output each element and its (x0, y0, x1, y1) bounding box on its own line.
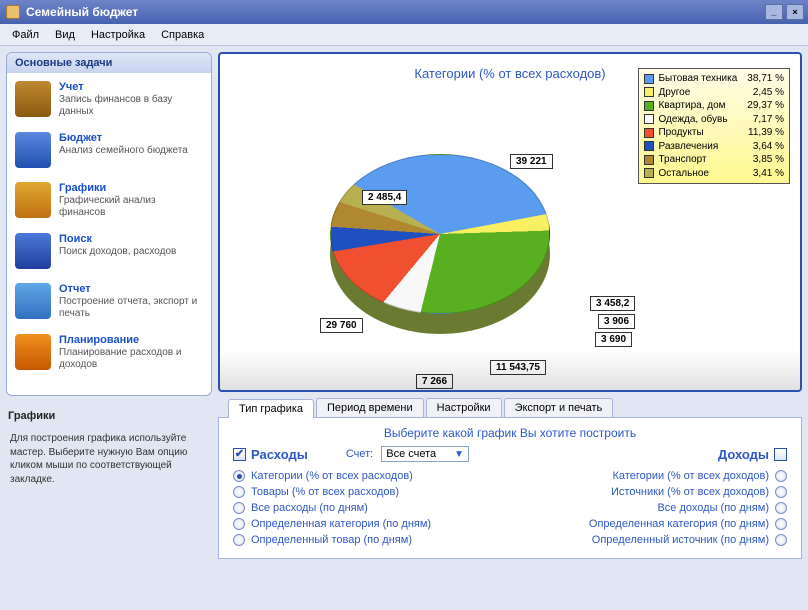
data-label: 3 906 (598, 314, 635, 329)
task-Бюджет[interactable]: БюджетАнализ семейного бюджета (15, 132, 203, 168)
minimize-button[interactable]: _ (765, 4, 783, 20)
task-desc: Поиск доходов, расходов (59, 246, 176, 258)
task-Графики[interactable]: ГрафикиГрафический анализ финансов (15, 182, 203, 219)
legend-row: Продукты11,39 % (644, 126, 784, 140)
data-label: 3 690 (595, 332, 632, 347)
inc-radio-3[interactable]: Определенная категория (по дням) (589, 516, 787, 532)
income-checkbox[interactable]: Доходы (718, 447, 787, 462)
task-Поиск[interactable]: ПоискПоиск доходов, расходов (15, 233, 203, 269)
task-panel: Основные задачи УчетЗапись финансов в ба… (6, 52, 212, 396)
account-select[interactable]: Все счета▼ (381, 446, 469, 462)
task-icon (15, 132, 51, 168)
data-label: 7 266 (416, 374, 453, 389)
task-title: Поиск (59, 233, 176, 245)
help-title: Графики (8, 410, 212, 422)
data-label: 2 485,4 (362, 190, 407, 205)
task-title: Отчет (59, 283, 203, 295)
task-panel-header: Основные задачи (7, 53, 211, 73)
exp-radio-2[interactable]: Все расходы (по дням) (233, 500, 431, 516)
options-panel: Выберите какой график Вы хотите построит… (218, 418, 802, 559)
legend-row: Транспорт3,85 % (644, 153, 784, 167)
app-icon (6, 5, 20, 19)
task-Планирование[interactable]: ПланированиеПланирование расходов и дохо… (15, 334, 203, 371)
inc-radio-1[interactable]: Источники (% от всех доходов) (589, 484, 787, 500)
tab-bar: Тип графикаПериод времениНастройкиЭкспор… (218, 398, 802, 418)
task-icon (15, 182, 51, 218)
exp-radio-0[interactable]: Категории (% от всех расходов) (233, 468, 431, 484)
menu-3[interactable]: Справка (153, 27, 212, 43)
exp-radio-3[interactable]: Определенная категория (по дням) (233, 516, 431, 532)
tab-0[interactable]: Тип графика (228, 399, 314, 418)
task-title: Учет (59, 81, 203, 93)
task-icon (15, 283, 51, 319)
chart-legend: Бытовая техника38,71 %Другое2,45 %Кварти… (638, 68, 790, 184)
chart-panel: Категории (% от всех расходов) Бытовая т… (218, 52, 802, 392)
inc-radio-0[interactable]: Категории (% от всех доходов) (589, 468, 787, 484)
expenses-checkbox[interactable]: ✔Расходы (233, 447, 308, 462)
account-label: Счет: (346, 448, 373, 460)
help-panel: Графики Для построения графика используй… (6, 410, 212, 486)
menu-2[interactable]: Настройка (83, 27, 153, 43)
app-title: Семейный бюджет (26, 5, 138, 19)
data-label: 3 458,2 (590, 296, 635, 311)
task-desc: Построение отчета, экспорт и печать (59, 296, 203, 320)
task-desc: Анализ семейного бюджета (59, 145, 188, 157)
tab-2[interactable]: Настройки (426, 398, 502, 417)
task-icon (15, 81, 51, 117)
task-title: Планирование (59, 334, 203, 346)
menubar: ФайлВидНастройкаСправка (0, 24, 808, 46)
task-desc: Графический анализ финансов (59, 195, 203, 219)
task-Отчет[interactable]: ОтчетПостроение отчета, экспорт и печать (15, 283, 203, 320)
task-desc: Планирование расходов и доходов (59, 347, 203, 371)
options-title: Выберите какой график Вы хотите построит… (233, 426, 787, 440)
data-label: 29 760 (320, 318, 363, 333)
data-label: 39 221 (510, 154, 553, 169)
exp-radio-1[interactable]: Товары (% от всех расходов) (233, 484, 431, 500)
tab-3[interactable]: Экспорт и печать (504, 398, 614, 417)
menu-0[interactable]: Файл (4, 27, 47, 43)
task-title: Бюджет (59, 132, 188, 144)
legend-row: Бытовая техника38,71 % (644, 72, 784, 86)
exp-radio-4[interactable]: Определенный товар (по дням) (233, 532, 431, 548)
chevron-down-icon: ▼ (454, 449, 464, 460)
tab-1[interactable]: Период времени (316, 398, 424, 417)
inc-radio-2[interactable]: Все доходы (по дням) (589, 500, 787, 516)
inc-radio-4[interactable]: Определенный источник (по дням) (589, 532, 787, 548)
legend-row: Квартира, дом29,37 % (644, 99, 784, 113)
task-icon (15, 233, 51, 269)
task-Учет[interactable]: УчетЗапись финансов в базу данных (15, 81, 203, 118)
help-text: Для построения графика используйте масте… (6, 432, 212, 486)
legend-row: Развлечения3,64 % (644, 140, 784, 154)
pie-chart: 39 221 2 485,4 29 760 7 266 11 543,75 3 … (280, 114, 580, 374)
task-desc: Запись финансов в базу данных (59, 94, 203, 118)
legend-row: Остальное3,41 % (644, 167, 784, 181)
menu-1[interactable]: Вид (47, 27, 83, 43)
close-button[interactable]: × (786, 4, 804, 20)
legend-row: Одежда, обувь7,17 % (644, 113, 784, 127)
task-title: Графики (59, 182, 203, 194)
legend-row: Другое2,45 % (644, 86, 784, 100)
data-label: 11 543,75 (490, 360, 546, 375)
task-icon (15, 334, 51, 370)
titlebar: Семейный бюджет _ × (0, 0, 808, 24)
